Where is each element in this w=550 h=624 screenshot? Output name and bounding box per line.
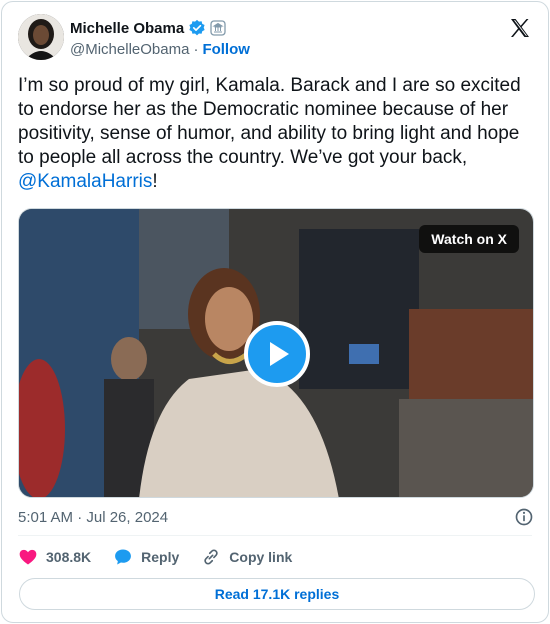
display-name[interactable]: Michelle Obama	[70, 20, 184, 37]
tweet-header: Michelle Obama @MichelleObama · Follow	[18, 14, 532, 64]
info-icon[interactable]	[514, 507, 534, 527]
copy-link-label: Copy link	[229, 549, 293, 565]
user-info: Michelle Obama @MichelleObama · Follow	[70, 18, 250, 59]
timestamp[interactable]: 5:01 AM · Jul 26, 2024	[18, 509, 168, 526]
tweet-text: I’m so proud of my girl, Kamala. Barack …	[18, 74, 536, 194]
like-button[interactable]: 308.8K	[18, 547, 91, 567]
separator: ·	[193, 41, 199, 58]
read-replies-button[interactable]: Read 17.1K replies	[19, 578, 535, 610]
reply-label: Reply	[141, 549, 180, 565]
tweet-card: Michelle Obama @MichelleObama · Follow I…	[1, 1, 549, 623]
video-player[interactable]: Watch on X	[18, 208, 534, 498]
timestamp-row: 5:01 AM · Jul 26, 2024	[18, 506, 536, 528]
play-icon	[270, 342, 289, 366]
avatar[interactable]	[18, 14, 64, 60]
link-icon	[204, 549, 218, 565]
watch-on-x-button[interactable]: Watch on X	[419, 225, 519, 253]
reply-bubble-icon	[115, 549, 132, 565]
tweet-trailing: !	[152, 171, 158, 192]
x-logo-icon[interactable]	[508, 16, 532, 40]
follow-button[interactable]: Follow	[202, 41, 250, 58]
copy-link-button[interactable]: Copy link	[201, 547, 292, 567]
government-badge-icon	[210, 20, 226, 36]
mention-link[interactable]: @KamalaHarris	[18, 171, 152, 192]
reply-button[interactable]: Reply	[113, 547, 179, 567]
play-button[interactable]	[244, 321, 310, 387]
action-bar: 308.8K Reply Copy link	[18, 544, 314, 570]
divider	[18, 535, 532, 536]
verified-badge-icon	[189, 19, 205, 36]
like-count: 308.8K	[46, 549, 92, 565]
user-handle[interactable]: @MichelleObama	[70, 41, 189, 58]
heart-icon	[19, 549, 37, 565]
tweet-body: I’m so proud of my girl, Kamala. Barack …	[18, 75, 521, 168]
